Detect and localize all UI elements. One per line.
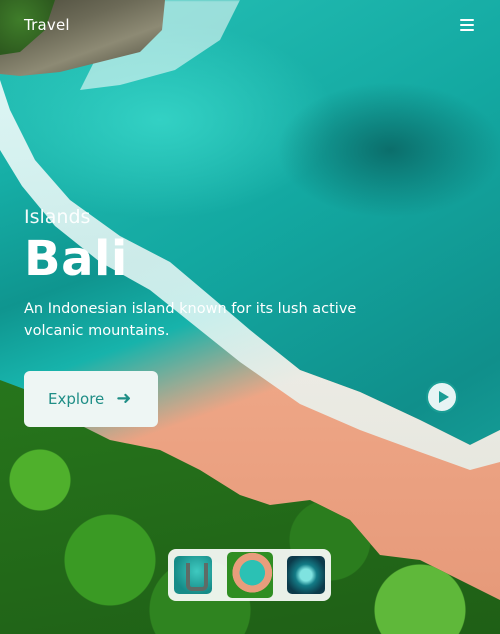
thumbnail-selector <box>168 549 331 601</box>
explore-button-label: Explore <box>48 390 105 408</box>
brand-logo[interactable]: Travel <box>24 16 70 34</box>
hero-subtitle: Islands <box>24 206 91 228</box>
explore-button[interactable]: Explore ➜ <box>24 371 158 427</box>
hero-content: Islands Bali An Indonesian island known … <box>24 206 384 427</box>
hero-section: Travel Islands Bali An Indonesian island… <box>0 0 500 634</box>
thumbnail-1[interactable] <box>174 556 212 594</box>
navbar: Travel <box>0 0 500 50</box>
play-icon <box>438 391 449 403</box>
play-video-button[interactable] <box>426 381 458 413</box>
thumbnail-3[interactable] <box>287 556 325 594</box>
hero-title: Bali <box>24 231 128 287</box>
thumbnail-2-active[interactable] <box>226 552 273 598</box>
hamburger-menu-icon[interactable] <box>460 18 476 32</box>
hero-description: An Indonesian island known for its lush … <box>24 301 357 340</box>
arrow-right-icon: ➜ <box>116 388 132 409</box>
